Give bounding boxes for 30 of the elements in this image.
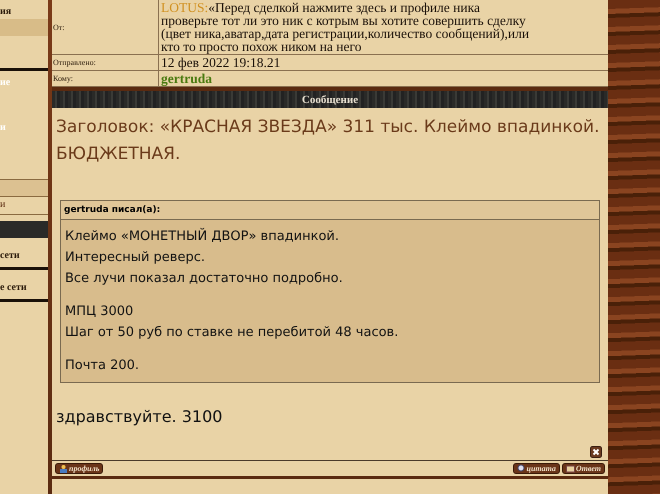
quote-line: Шаг от 50 руб по ставке не перебитой 48 часов.	[65, 324, 400, 342]
field-label: Кому:	[52, 71, 159, 86]
notice-line: кто то просто похож ником на него	[161, 40, 362, 53]
quote-button[interactable]: цитата	[512, 463, 560, 474]
notice-line: (цвет ника,аватар,дата регистрации,количество сообщений),или	[161, 27, 530, 40]
sidebar-heading: ия	[0, 5, 12, 19]
username-link[interactable]: gertruda	[161, 72, 606, 85]
sidebar-row	[0, 179, 48, 197]
quote-line: Почта 200.	[65, 357, 140, 375]
envelope-icon	[566, 464, 575, 473]
message-subject: Заголовок: «КРАСНАЯ ЗВЕЗДА» 311 тыс. Клеймо впадинкой. БЮДЖЕТНАЯ.	[56, 116, 600, 166]
reply-text: здравствуйте. 3100	[56, 407, 224, 426]
magnifier-icon	[516, 464, 526, 473]
field-label: Отправлено:	[52, 55, 159, 70]
reply-button[interactable]: Ответ	[562, 463, 605, 474]
date-text: 12 фев 2022 19:18.21	[161, 56, 282, 69]
quote-line: Интересный реверс.	[65, 249, 206, 267]
notice-line: LOTUS:«Перед сделкой нажмите здесь и профиле ника	[161, 1, 481, 14]
profile-button[interactable]: профиль	[55, 463, 104, 474]
quote-author: gertruda писал(a):	[64, 205, 160, 215]
notice-line: проверьте тот ли это ник с котрым вы хотите совершить сделку	[161, 14, 527, 27]
person-icon	[59, 464, 68, 473]
bar-title: Сообщение	[302, 94, 358, 106]
quote-line: Все лучи показал достаточно подробно.	[65, 270, 344, 288]
quote-line: Клеймо «МОНЕТНЫЙ ДВОР» впадинкой.	[65, 226, 340, 246]
field-label: От:	[52, 0, 159, 54]
sidebar-section-bar	[0, 221, 48, 238]
quote-line: МПЦ 3000	[65, 303, 134, 321]
close-icon[interactable]	[590, 446, 602, 458]
sidebar-row-highlight	[0, 19, 48, 36]
